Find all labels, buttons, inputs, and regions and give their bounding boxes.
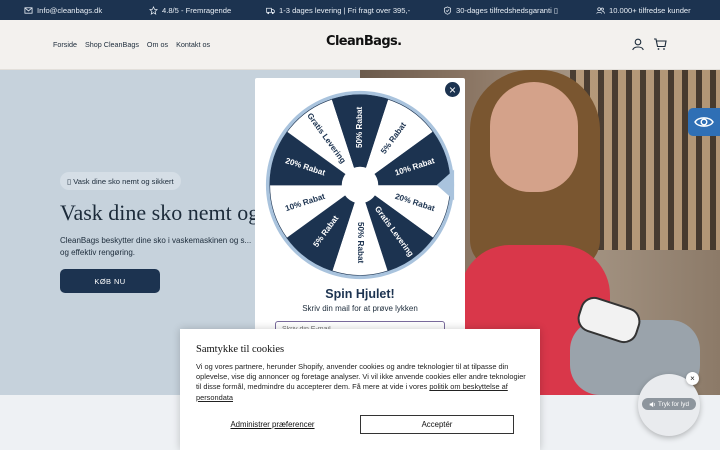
- topbar-rating: 4.8/5 - Fremragende: [149, 0, 231, 20]
- announcement-bar: Info@cleanbags.dk 4.8/5 - Fremragende 1-…: [0, 0, 720, 20]
- truck-icon: [266, 7, 275, 14]
- spin-subtitle: Skriv din mail for at prøve lykken: [302, 304, 418, 313]
- hero-badge: ▯ Vask dine sko nemt og sikkert: [60, 172, 181, 190]
- mail-icon: [24, 6, 33, 14]
- close-popup-button[interactable]: ×: [443, 80, 462, 99]
- close-icon: ×: [690, 374, 695, 383]
- manage-preferences-button[interactable]: Administrer præferencer: [196, 415, 349, 434]
- site-logo[interactable]: CleanBags.: [326, 34, 402, 49]
- close-video-widget-button[interactable]: ×: [686, 372, 699, 385]
- main-nav: Forside Shop CleanBags Om os Kontakt os: [53, 40, 210, 49]
- topbar-customers: 10.000+ tilfredse kunder: [596, 0, 691, 20]
- account-icon[interactable]: [631, 37, 645, 51]
- nav-about[interactable]: Om os: [147, 40, 168, 49]
- topbar-customers-text: 10.000+ tilfredse kunder: [609, 5, 691, 15]
- hero-title: Vask dine sko nemt og: [60, 200, 260, 225]
- speaker-icon: [649, 401, 655, 407]
- wheel-segment-label: 50% Rabat: [356, 222, 365, 264]
- spin-wheel-popup: 5% Rabat 10% Rabat 20% Rabat Gratis Leverin…: [255, 78, 465, 338]
- topbar-shipping: 1-3 dages levering | Fri fragt over 395,…: [266, 0, 410, 20]
- cookie-banner: Samtykke til cookies Vi og vores partner…: [180, 329, 540, 450]
- cookie-text: Vi og vores partnere, herunder Shopify, …: [196, 362, 526, 403]
- users-icon: [596, 6, 605, 14]
- accept-cookies-button[interactable]: Acceptér: [360, 415, 514, 434]
- hero-description: CleanBags beskytter dine sko i vaskemask…: [60, 236, 252, 257]
- spin-title: Spin Hjulet!: [325, 287, 395, 301]
- topbar-email[interactable]: Info@cleanbags.dk: [24, 0, 102, 20]
- star-icon: [149, 5, 158, 15]
- site-header: Forside Shop CleanBags Om os Kontakt os …: [0, 20, 720, 70]
- topbar-email-text: Info@cleanbags.dk: [37, 5, 103, 15]
- topbar-shipping-text: 1-3 dages levering | Fri fragt over 395,…: [279, 5, 411, 15]
- wheel-hub: [341, 166, 379, 204]
- nav-contact[interactable]: Kontakt os: [176, 40, 210, 49]
- prize-wheel[interactable]: 5% Rabat10% Rabat20% RabatGratis Leverin…: [264, 89, 456, 281]
- wheel-segment-label: 50% Rabat: [355, 106, 364, 148]
- topbar-rating-text: 4.8/5 - Fremragende: [162, 5, 232, 15]
- topbar-guarantee-text: 30-dages tilfredshedsgaranti ▯: [456, 5, 559, 15]
- buy-now-button[interactable]: KØB NU: [60, 269, 160, 293]
- close-icon: ×: [448, 82, 456, 97]
- shield-icon: [443, 6, 452, 15]
- nav-shop[interactable]: Shop CleanBags: [85, 40, 139, 49]
- accessibility-button[interactable]: [688, 108, 720, 136]
- sound-label-text: Tryk for lyd: [658, 400, 689, 408]
- nav-home[interactable]: Forside: [53, 40, 77, 49]
- cart-icon[interactable]: [653, 37, 667, 51]
- cookie-title: Samtykke til cookies: [196, 344, 285, 355]
- tap-for-sound-button[interactable]: Tryk for lyd: [642, 398, 696, 410]
- hero-person-face: [490, 82, 578, 192]
- eye-icon: [694, 117, 714, 127]
- topbar-guarantee: 30-dages tilfredshedsgaranti ▯: [443, 0, 558, 20]
